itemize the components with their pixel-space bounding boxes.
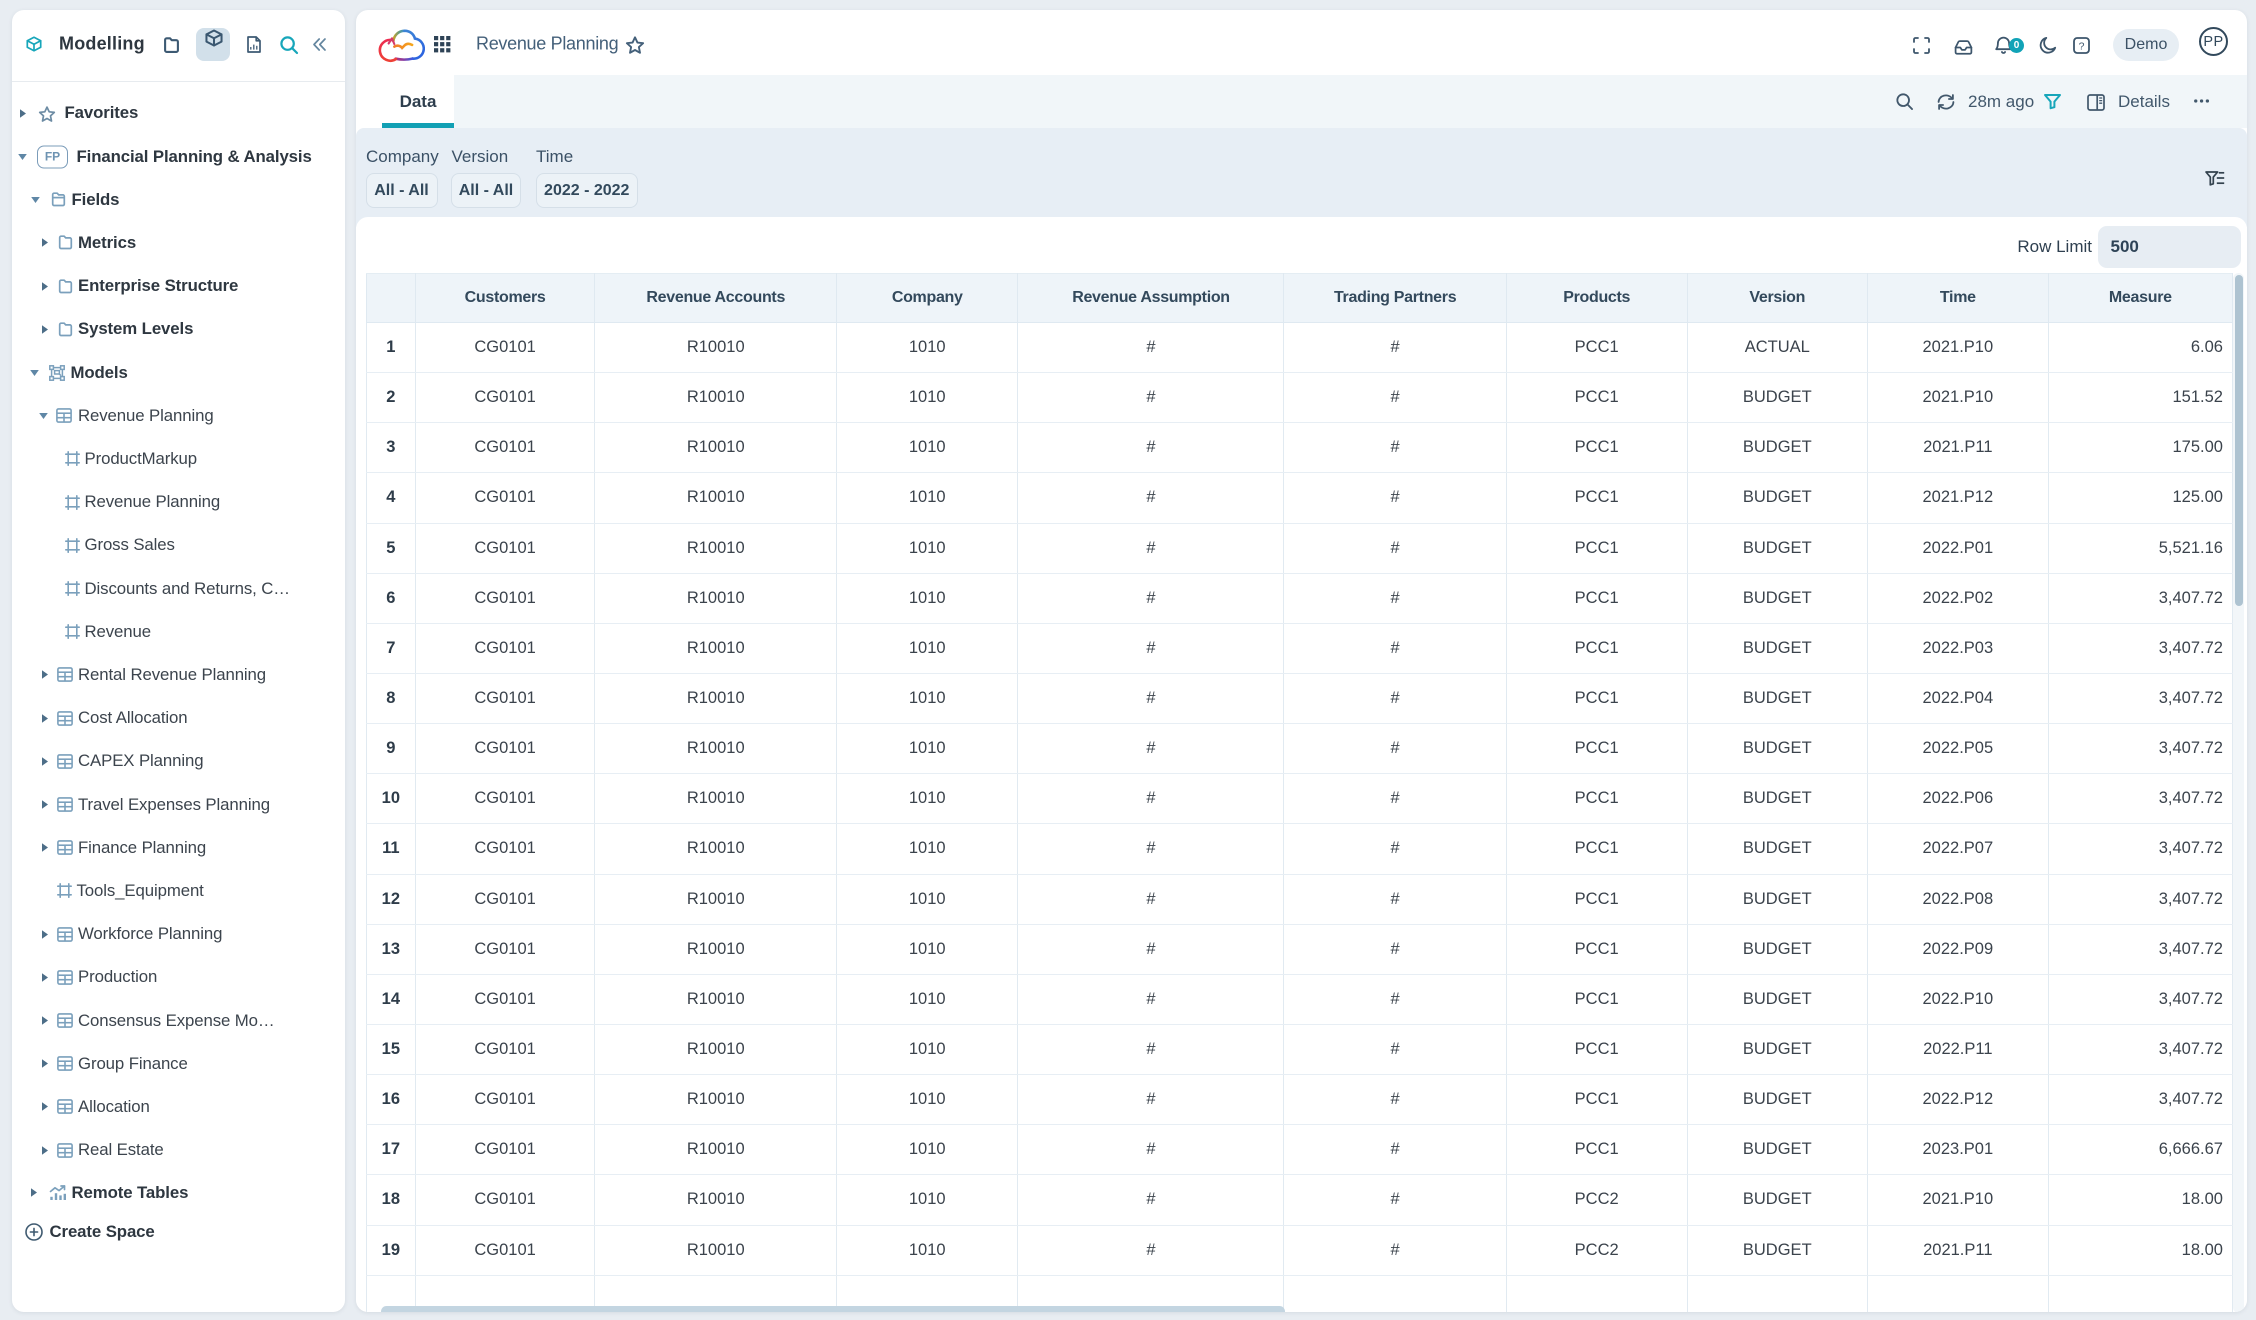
svg-text:?: ?	[2079, 41, 2085, 53]
